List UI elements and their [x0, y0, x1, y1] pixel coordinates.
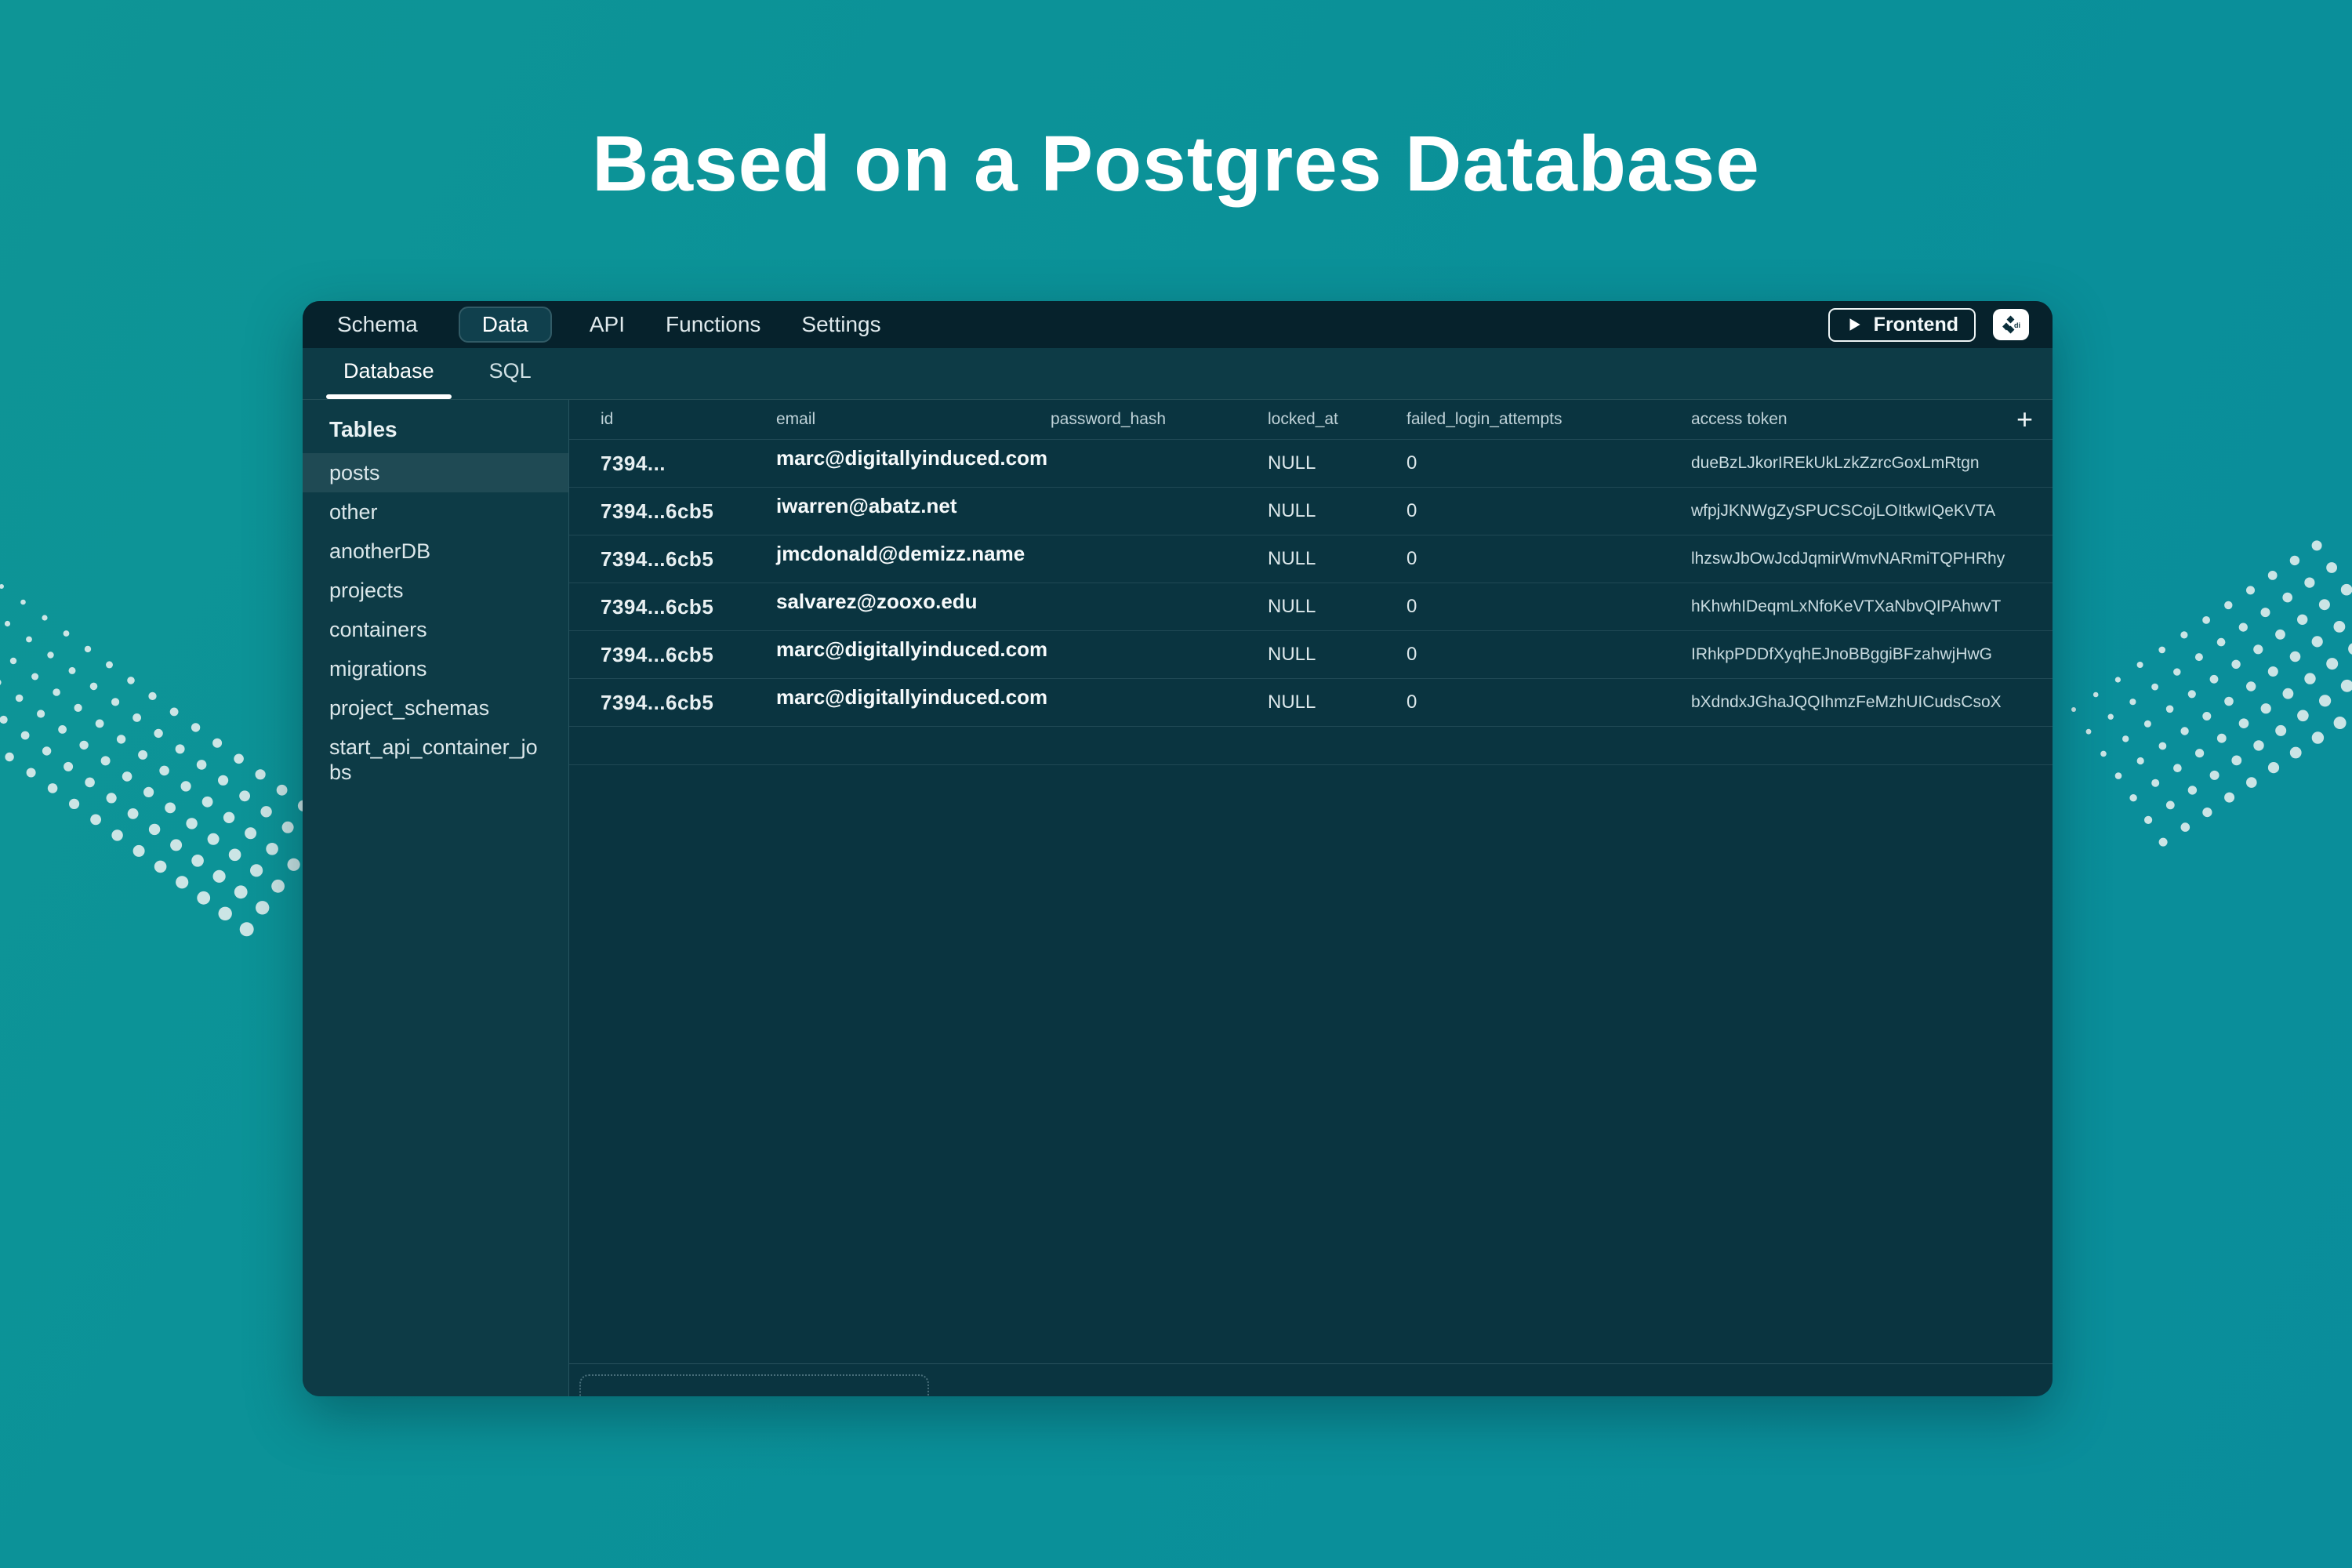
nav-item-api[interactable]: API [590, 307, 625, 343]
column-header-failed-login-attempts[interactable]: failed_login_attempts [1406, 410, 1691, 429]
sidebar-item-posts[interactable]: posts [303, 453, 568, 492]
cell-locked-at: NULL [1268, 452, 1406, 474]
table-footer [569, 1363, 2053, 1396]
cell-id: 7394... [601, 452, 776, 476]
di-logo-icon: di [2001, 314, 2021, 335]
frontend-button-label: Frontend [1874, 314, 1958, 336]
cell-access-token: lhzswJbOwJcdJqmirWmvNARmiTQPHRhy [1691, 550, 1997, 568]
cell-locked-at: NULL [1268, 548, 1406, 570]
frontend-button[interactable]: Frontend [1828, 308, 1976, 342]
add-column-button[interactable]: + [2016, 405, 2033, 434]
new-record-placeholder[interactable] [579, 1374, 929, 1396]
nav-item-functions[interactable]: Functions [666, 307, 760, 343]
table-row[interactable]: 7394...6cb5 iwarren@abatz.net NULL 0 wfp… [569, 487, 2053, 535]
cell-locked-at: NULL [1268, 500, 1406, 522]
cell-access-token: wfpjJKNWgZySPUCSCojLOItkwIQeKVTA [1691, 502, 1997, 521]
svg-text:di: di [2014, 321, 2020, 329]
cell-email: jmcdonald@demizz.name [776, 542, 1051, 566]
sidebar-item-other[interactable]: other [303, 492, 568, 532]
tab-database[interactable]: Database [326, 359, 452, 399]
cell-access-token: hKhwhIDeqmLxNfoKeVTXaNbvQIPAhwvT [1691, 597, 1997, 616]
cell-access-token: bXdndxJGhaJQQIhmzFeMzhUICudsCsoX [1691, 693, 1997, 712]
nav-item-schema[interactable]: Schema [337, 307, 418, 343]
nav-item-settings[interactable]: Settings [801, 307, 880, 343]
sidebar-item-start-api-container-jobs[interactable]: start_api_container_jobs [303, 728, 568, 792]
column-header-locked-at[interactable]: locked_at [1268, 410, 1406, 429]
cell-id: 7394...6cb5 [601, 547, 776, 572]
cell-email: iwarren@abatz.net [776, 494, 1051, 518]
cell-failed-login-attempts: 0 [1406, 691, 1691, 713]
sidebar-item-projects[interactable]: projects [303, 571, 568, 610]
table-row[interactable]: 7394... marc@digitallyinduced.com NULL 0… [569, 439, 2053, 487]
column-header-password-hash[interactable]: password_hash [1051, 410, 1268, 429]
cell-email: marc@digitallyinduced.com [776, 446, 1051, 470]
cell-email: marc@digitallyinduced.com [776, 685, 1051, 710]
cell-access-token: IRhkpPDDfXyqhEJnoBBggiBFzahwjHwG [1691, 645, 1997, 664]
sidebar-item-anotherdb[interactable]: anotherDB [303, 532, 568, 571]
column-header-id[interactable]: id [601, 410, 776, 429]
cell-email: marc@digitallyinduced.com [776, 637, 1051, 662]
cell-locked-at: NULL [1268, 691, 1406, 713]
cell-id: 7394...6cb5 [601, 499, 776, 524]
database-tool-window: Schema Data API Functions Settings Front… [303, 301, 2053, 1396]
cell-failed-login-attempts: 0 [1406, 644, 1691, 666]
column-header-access-token[interactable]: access token [1691, 410, 1997, 429]
cell-id: 7394...6cb5 [601, 595, 776, 619]
cell-failed-login-attempts: 0 [1406, 452, 1691, 474]
table-row[interactable]: 7394...6cb5 marc@digitallyinduced.com NU… [569, 630, 2053, 678]
page-title: Based on a Postgres Database [0, 119, 2352, 209]
main-content: Tables posts other anotherDB projects co… [303, 400, 2053, 1396]
table-row[interactable]: 7394...6cb5 salvarez@zooxo.edu NULL 0 hK… [569, 583, 2053, 630]
table-header-row: id email password_hash locked_at failed_… [569, 400, 2053, 439]
subnav-tabs: Database SQL [303, 348, 2053, 400]
sidebar-header: Tables [303, 400, 568, 453]
play-icon [1846, 316, 1863, 333]
sidebar-item-migrations[interactable]: migrations [303, 649, 568, 688]
sidebar-item-project-schemas[interactable]: project_schemas [303, 688, 568, 728]
di-logo-button[interactable]: di [1993, 309, 2029, 340]
column-header-email[interactable]: email [776, 410, 1051, 429]
cell-email: salvarez@zooxo.edu [776, 590, 1051, 614]
sidebar-item-containers[interactable]: containers [303, 610, 568, 649]
table-row[interactable]: 7394...6cb5 marc@digitallyinduced.com NU… [569, 678, 2053, 726]
cell-locked-at: NULL [1268, 596, 1406, 618]
cell-access-token: dueBzLJkorIREkUkLzkZzrcGoxLmRtgn [1691, 454, 1997, 473]
table-row[interactable]: 7394...6cb5 jmcdonald@demizz.name NULL 0… [569, 535, 2053, 583]
cell-failed-login-attempts: 0 [1406, 500, 1691, 522]
top-navbar: Schema Data API Functions Settings Front… [303, 301, 2053, 348]
empty-table-row [569, 726, 2053, 765]
data-table: id email password_hash locked_at failed_… [569, 400, 2053, 1396]
tab-sql[interactable]: SQL [472, 359, 549, 399]
cell-id: 7394...6cb5 [601, 643, 776, 667]
tables-sidebar: Tables posts other anotherDB projects co… [303, 400, 569, 1396]
cell-failed-login-attempts: 0 [1406, 548, 1691, 570]
cell-id: 7394...6cb5 [601, 691, 776, 715]
cell-failed-login-attempts: 0 [1406, 596, 1691, 618]
cell-locked-at: NULL [1268, 644, 1406, 666]
nav-item-data[interactable]: Data [459, 307, 552, 343]
